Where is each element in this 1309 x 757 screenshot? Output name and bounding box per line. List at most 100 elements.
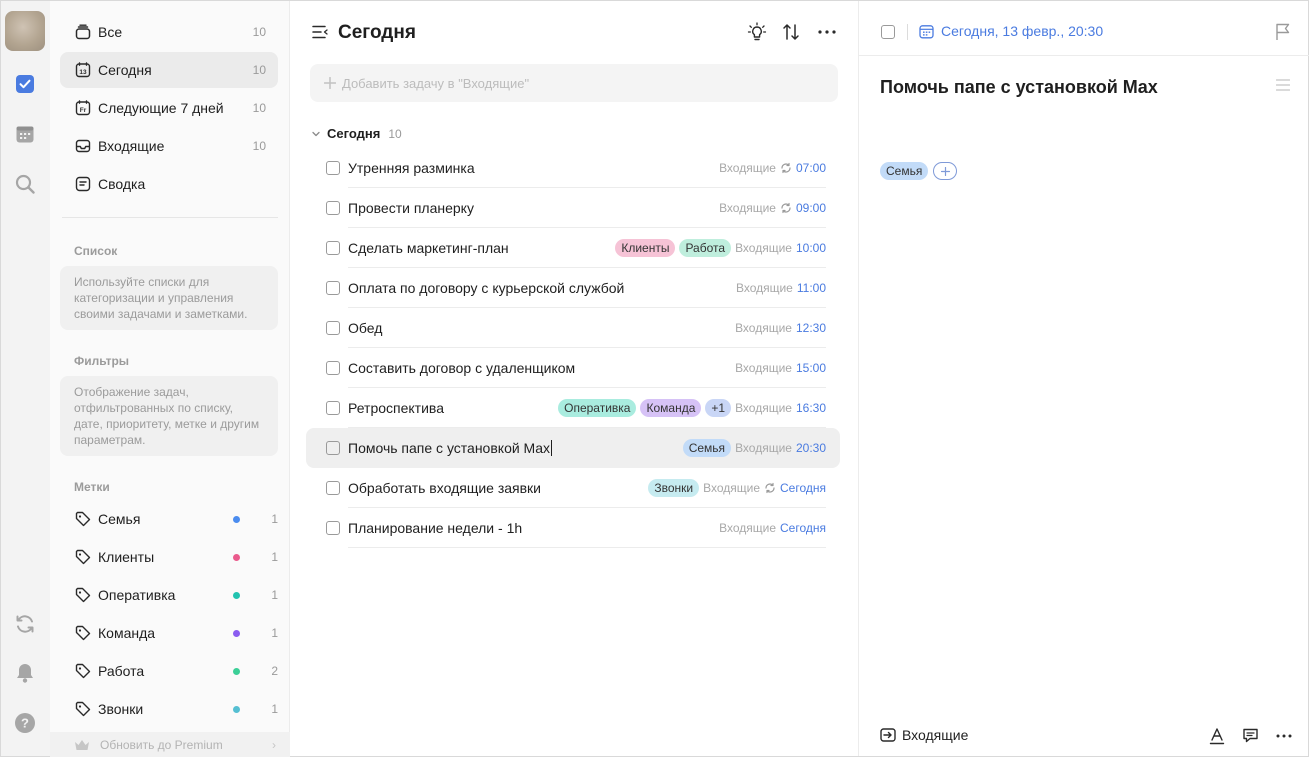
tasks-checkbox-icon[interactable] <box>13 72 37 96</box>
task-row[interactable]: Обработать входящие заявки Звонки Входящ… <box>306 468 840 508</box>
help-icon[interactable]: ? <box>13 711 37 735</box>
filters-section-title[interactable]: Фильтры <box>74 354 129 368</box>
task-checkbox[interactable] <box>326 281 340 295</box>
sort-icon[interactable] <box>782 23 800 41</box>
sidebar-item-all[interactable]: Все 10 <box>60 14 278 50</box>
project-selector[interactable]: Входящие <box>880 727 968 743</box>
calendar-icon[interactable] <box>13 122 37 146</box>
lists-hint: Используйте списки для категоризации и у… <box>60 266 278 330</box>
task-title[interactable]: Оплата по договору с курьерской службой <box>348 280 624 296</box>
tag-chip[interactable]: Семья <box>682 439 732 457</box>
task-time: Сегодня <box>780 521 826 535</box>
more-icon[interactable] <box>1276 734 1292 738</box>
task-title[interactable]: Провести планерку <box>348 200 474 216</box>
task-title[interactable]: Ретроспектива <box>348 400 444 416</box>
avatar[interactable] <box>5 11 45 51</box>
task-checkbox[interactable] <box>326 201 340 215</box>
upgrade-premium-button[interactable]: Обновить до Premium › <box>50 732 290 757</box>
task-meta: Входящие 07:00 <box>719 158 826 178</box>
group-header-today[interactable]: Сегодня 10 <box>312 126 402 141</box>
tag-icon <box>74 700 92 718</box>
task-checkbox[interactable] <box>326 241 340 255</box>
sidebar-tag-team[interactable]: Команда 1 <box>60 615 278 651</box>
task-checkbox[interactable] <box>326 521 340 535</box>
add-tag-button[interactable] <box>933 162 958 180</box>
detail-task-title[interactable]: Помочь папе с установкой Max <box>880 77 1158 98</box>
task-meta: Входящие 12:30 <box>735 318 826 338</box>
task-row[interactable]: Составить договор с удаленщиком Входящие… <box>306 348 840 388</box>
more-tags-chip[interactable]: +1 <box>705 399 732 417</box>
task-title[interactable]: Планирование недели - 1h <box>348 520 522 536</box>
task-row[interactable]: Провести планерку Входящие 09:00 <box>306 188 840 228</box>
sidebar-tag-clients[interactable]: Клиенты 1 <box>60 539 278 575</box>
sidebar-tag-count: 1 <box>271 550 278 564</box>
sidebar-item-count: 10 <box>252 139 266 153</box>
flag-icon[interactable] <box>1275 23 1291 41</box>
sync-icon[interactable] <box>13 612 37 636</box>
task-row-selected[interactable]: Помочь папе с установкой Max Семья Входя… <box>306 428 840 468</box>
task-title[interactable]: Обед <box>348 320 382 336</box>
svg-text:?: ? <box>21 716 29 731</box>
sidebar-tag-work[interactable]: Работа 2 <box>60 653 278 689</box>
sidebar-tag-operativka[interactable]: Оперативка 1 <box>60 577 278 613</box>
task-checkbox[interactable] <box>326 361 340 375</box>
summary-icon <box>74 175 92 193</box>
tag-chip[interactable]: Оперативка <box>558 399 637 417</box>
task-project: Входящие <box>719 161 776 175</box>
task-checkbox[interactable] <box>326 441 340 455</box>
tag-color-dot <box>233 667 240 675</box>
task-checkbox[interactable] <box>326 401 340 415</box>
search-icon[interactable] <box>13 172 37 196</box>
sidebar-tag-label: Семья <box>98 511 141 527</box>
task-title[interactable]: Обработать входящие заявки <box>348 480 541 496</box>
task-checkbox[interactable] <box>326 321 340 335</box>
add-task-input[interactable]: Добавить задачу в "Входящие" <box>310 64 838 102</box>
task-row[interactable]: Ретроспектива Оперативка Команда +1 Вход… <box>306 388 840 428</box>
sidebar-tag-family[interactable]: Семья 1 <box>60 501 278 537</box>
tag-chip[interactable]: Клиенты <box>615 239 676 257</box>
group-count: 10 <box>388 126 402 141</box>
task-row[interactable]: Планирование недели - 1h Входящие Сегодн… <box>306 508 840 548</box>
lightbulb-icon[interactable] <box>747 22 767 42</box>
task-time: Сегодня <box>780 481 826 495</box>
text-format-icon[interactable] <box>1209 727 1225 745</box>
tags-section-title[interactable]: Метки <box>74 480 110 494</box>
task-title[interactable]: Утренняя разминка <box>348 160 475 176</box>
task-title[interactable]: Помочь папе с установкой Max <box>348 440 553 456</box>
task-title[interactable]: Сделать маркетинг-план <box>348 240 509 256</box>
detail-toolbar: Сегодня, 13 февр., 20:30 <box>859 1 1309 56</box>
bell-icon[interactable] <box>13 661 37 685</box>
task-row[interactable]: Сделать маркетинг-план Клиенты Работа Вх… <box>306 228 840 268</box>
due-date-label: Сегодня, 13 февр., 20:30 <box>941 23 1104 39</box>
tag-icon <box>74 586 92 604</box>
task-row[interactable]: Оплата по договору с курьерской службой … <box>306 268 840 308</box>
sidebar-tag-label: Клиенты <box>98 549 155 565</box>
due-date-button[interactable]: Сегодня, 13 февр., 20:30 <box>919 23 1103 39</box>
task-project: Входящие <box>735 361 792 375</box>
description-toggle-icon[interactable] <box>1276 79 1290 91</box>
sidebar-item-next-7-days[interactable]: Fr Следующие 7 дней 10 <box>60 90 278 126</box>
tag-chip[interactable]: Семья <box>880 162 929 180</box>
chevron-down-icon <box>312 131 320 137</box>
lists-section-title[interactable]: Список <box>74 244 117 258</box>
sidebar-item-summary[interactable]: Сводка <box>60 166 278 202</box>
task-checkbox[interactable] <box>326 481 340 495</box>
sidebar-tag-count: 2 <box>271 664 278 678</box>
sidebar-item-label: Следующие 7 дней <box>98 100 224 116</box>
comment-icon[interactable] <box>1242 727 1259 744</box>
task-row[interactable]: Утренняя разминка Входящие 07:00 <box>306 148 840 188</box>
sidebar-item-inbox[interactable]: Входящие 10 <box>60 128 278 164</box>
sidebar-item-count: 10 <box>252 101 266 115</box>
task-row[interactable]: Обед Входящие 12:30 <box>306 308 840 348</box>
menu-toggle-icon[interactable] <box>312 25 328 39</box>
sidebar-item-today[interactable]: 13 Сегодня 10 <box>60 52 278 88</box>
sidebar-tag-calls[interactable]: Звонки 1 <box>60 691 278 727</box>
more-icon[interactable] <box>818 30 836 34</box>
task-meta: Входящие 11:00 <box>736 278 826 298</box>
tag-chip[interactable]: Работа <box>679 239 732 257</box>
tag-chip[interactable]: Команда <box>640 399 702 417</box>
task-title[interactable]: Составить договор с удаленщиком <box>348 360 575 376</box>
detail-checkbox[interactable] <box>881 25 895 39</box>
tag-chip[interactable]: Звонки <box>648 479 700 497</box>
task-checkbox[interactable] <box>326 161 340 175</box>
